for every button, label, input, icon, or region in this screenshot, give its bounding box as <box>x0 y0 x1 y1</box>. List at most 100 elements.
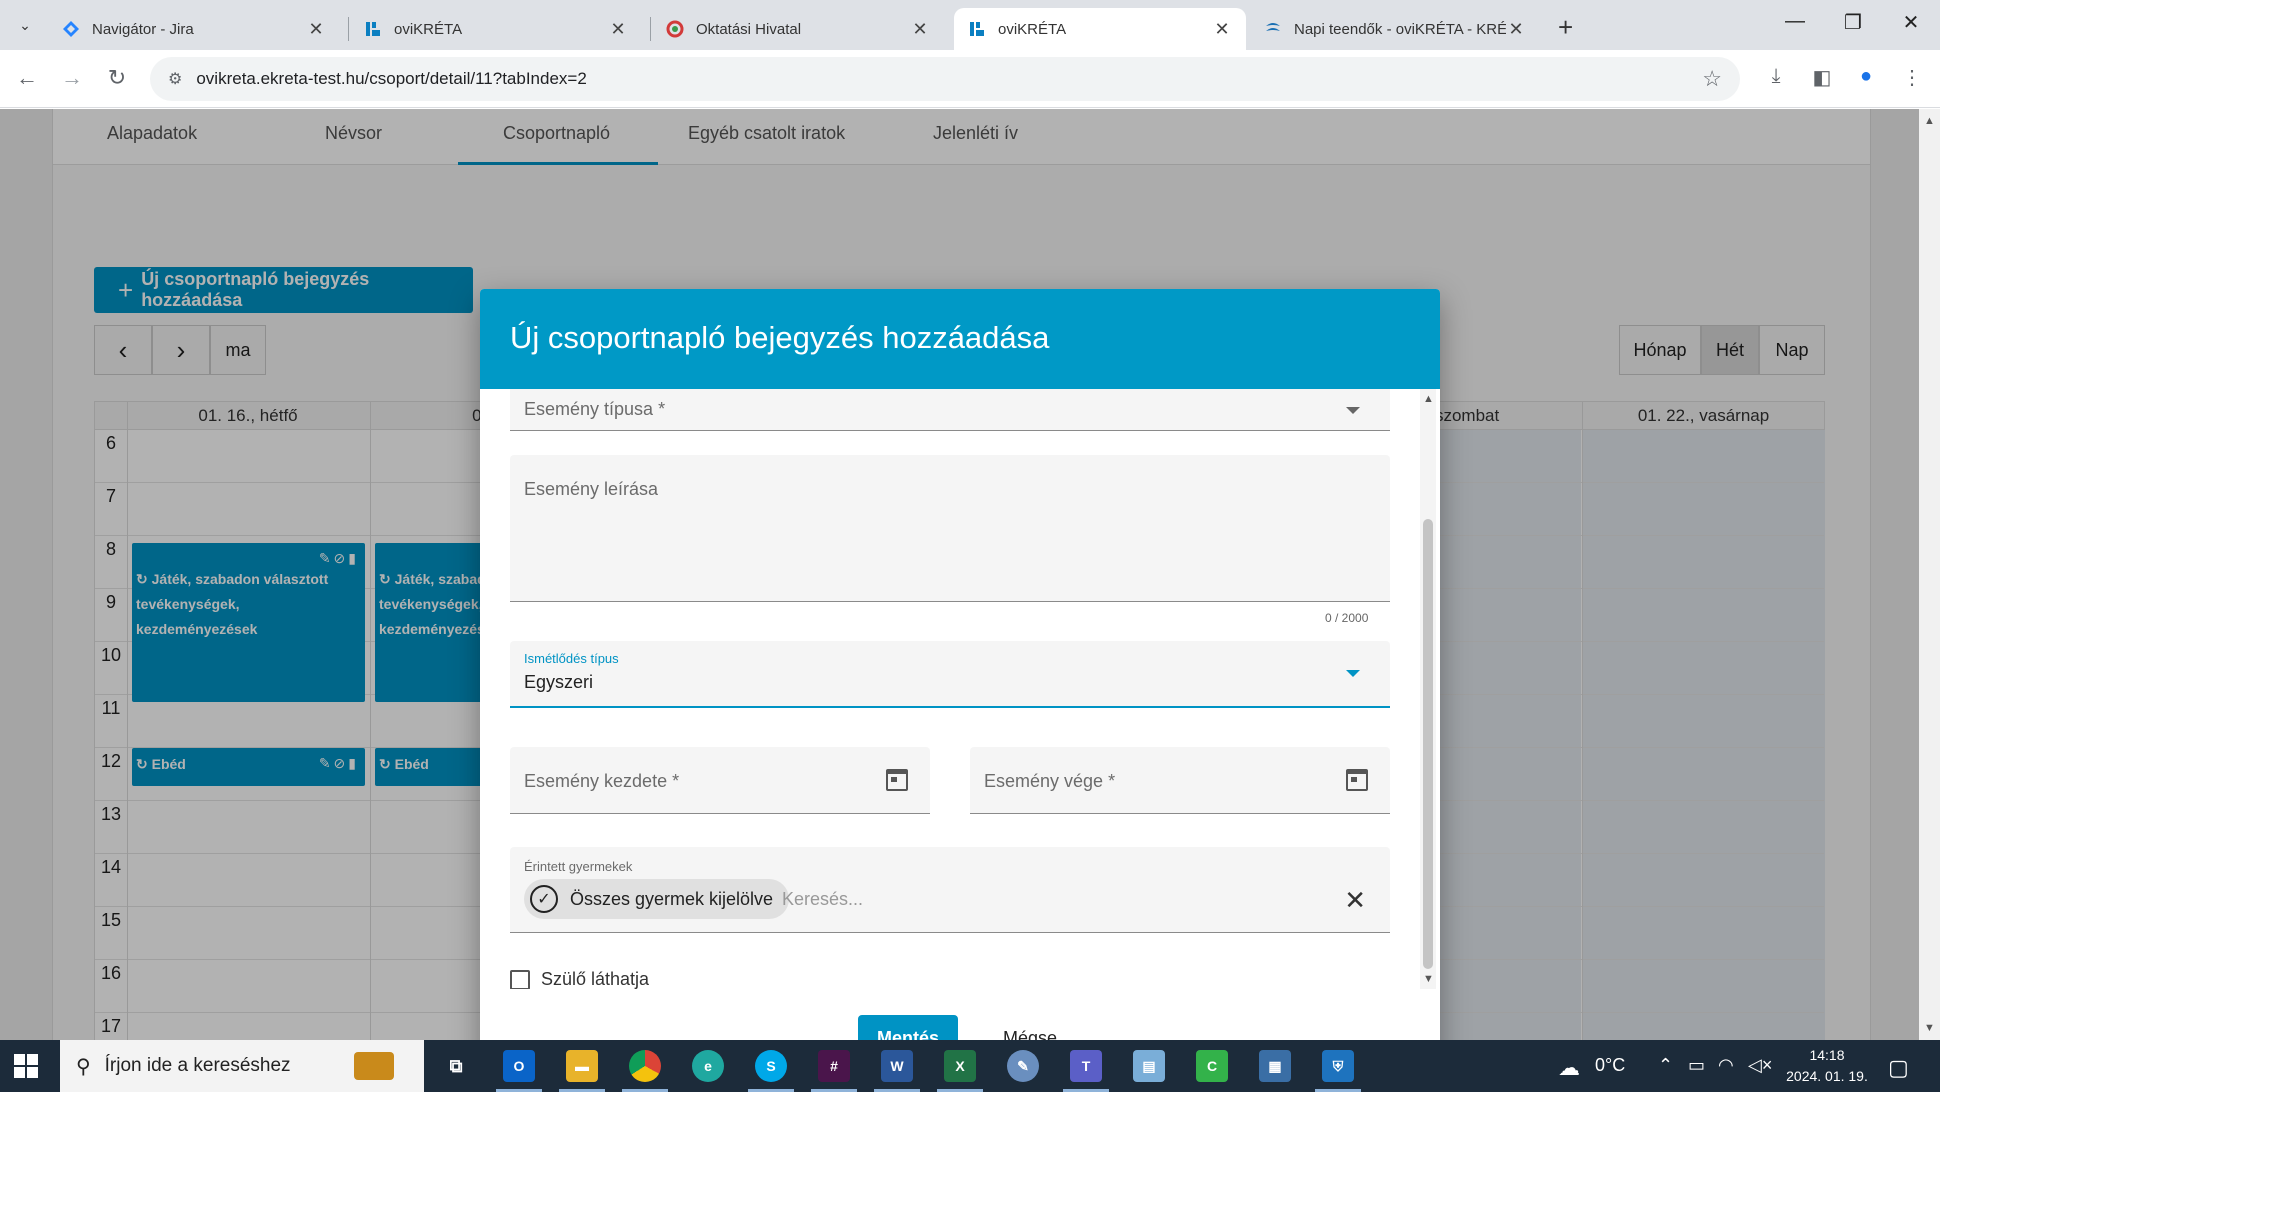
battery-icon[interactable]: ▭ <box>1688 1055 1705 1076</box>
clock-time: 14:18 <box>1809 1047 1845 1063</box>
word-icon[interactable]: W <box>881 1050 913 1082</box>
running-indicator <box>622 1089 668 1092</box>
repeat-type-value: Egyszeri <box>524 672 594 692</box>
paint-icon[interactable]: ✎ <box>1007 1050 1039 1082</box>
window-close-icon[interactable]: ✕ <box>1888 10 1934 35</box>
forward-arrow-icon[interactable]: → <box>57 65 87 91</box>
calculator-icon[interactable]: ▦ <box>1259 1050 1291 1082</box>
calendar-icon[interactable] <box>886 769 908 791</box>
running-indicator <box>1315 1089 1361 1092</box>
system-clock[interactable]: 14:18 2024. 01. 19. <box>1782 1045 1872 1087</box>
camtasia-icon[interactable]: C <box>1196 1050 1228 1082</box>
speaker-muted-icon[interactable]: ◁× <box>1748 1055 1772 1076</box>
close-icon[interactable]: ✕ <box>608 19 628 40</box>
notification-icon[interactable]: ▢ <box>1888 1055 1909 1081</box>
weather-cloud-icon[interactable]: ☁ <box>1558 1055 1580 1081</box>
address-bar[interactable]: ⚙ ovikreta.ekreta-test.hu/csoport/detail… <box>150 57 1740 101</box>
file-explorer-icon[interactable]: ▬ <box>566 1050 598 1082</box>
running-indicator <box>937 1089 983 1092</box>
clear-icon[interactable]: ✕ <box>1344 885 1366 916</box>
browser-tab-ovikreta-active[interactable]: oviKRÉTA ✕ <box>954 8 1246 50</box>
tab-title: oviKRÉTA <box>998 20 1067 38</box>
running-indicator <box>811 1089 857 1092</box>
clock-date: 2024. 01. 19. <box>1786 1068 1868 1084</box>
taskbar-search-box[interactable]: ⚲ Írjon ide a kereséshez <box>60 1040 424 1092</box>
tab-separator <box>650 17 651 41</box>
excel-icon[interactable]: X <box>944 1050 976 1082</box>
repeat-type-select[interactable]: Ismétlődés típus Egyszeri <box>510 641 1390 708</box>
back-arrow-icon[interactable]: ← <box>12 65 42 91</box>
browser-tab-ovikreta[interactable]: oviKRÉTA ✕ <box>350 8 642 50</box>
running-indicator <box>496 1089 542 1092</box>
repeat-type-label: Ismétlődés típus <box>524 651 619 666</box>
running-indicator <box>748 1089 794 1092</box>
oktatasi-hivatal-icon <box>666 20 684 38</box>
children-search-input[interactable]: Keresés... <box>782 889 863 910</box>
checkbox-box[interactable] <box>510 969 530 989</box>
scroll-up-arrow-icon[interactable]: ▲ <box>1423 393 1434 405</box>
kreta-icon <box>970 22 984 36</box>
parent-visible-checkbox[interactable]: Szülő láthatja <box>510 969 649 989</box>
scroll-up-arrow-icon[interactable]: ▲ <box>1924 115 1935 127</box>
running-indicator <box>874 1089 920 1092</box>
affected-children-label: Érintett gyermekek <box>524 859 633 874</box>
reload-icon[interactable]: ↻ <box>102 65 132 91</box>
security-shield-icon[interactable]: ⛨ <box>1322 1050 1354 1082</box>
download-icon[interactable]: ⤓ <box>1760 65 1792 88</box>
event-start-date-field[interactable]: Esemény kezdete * <box>510 747 930 814</box>
url-text[interactable]: ovikreta.ekreta-test.hu/csoport/detail/1… <box>196 69 586 89</box>
new-tab-plus-icon[interactable]: + <box>1558 12 1573 43</box>
page-scrollbar[interactable]: ▲ ▼ <box>1919 109 1940 1040</box>
add-entry-dialog: Új csoportnapló bejegyzés hozzáadása Ese… <box>480 289 1440 1040</box>
event-description-textarea[interactable]: Esemény leírása <box>510 455 1390 602</box>
chrome-icon[interactable] <box>629 1050 661 1082</box>
close-icon[interactable]: ✕ <box>306 19 326 40</box>
scroll-down-arrow-icon[interactable]: ▼ <box>1423 973 1434 985</box>
tab-title: Navigátor - Jira <box>92 20 194 38</box>
edge-icon[interactable]: e <box>692 1050 724 1082</box>
outlook-icon[interactable]: O <box>503 1050 535 1082</box>
all-children-chip-label: Összes gyermek kijelölve <box>570 888 774 909</box>
minimize-icon[interactable]: — <box>1772 10 1818 33</box>
close-icon[interactable]: ✕ <box>1212 19 1232 40</box>
teams-icon[interactable]: T <box>1070 1050 1102 1082</box>
close-icon[interactable]: ✕ <box>910 19 930 40</box>
chevron-up-icon[interactable]: ⌃ <box>1658 1055 1673 1076</box>
all-children-chip[interactable]: ✓ Összes gyermek kijelölve <box>524 879 790 919</box>
dialog-title: Új csoportnapló bejegyzés hozzáadása <box>510 320 1050 355</box>
event-end-placeholder: Esemény vége * <box>984 771 1116 791</box>
browser-tab-oktatasi-hivatal[interactable]: Oktatási Hivatal ✕ <box>652 8 944 50</box>
windows-start-icon[interactable] <box>14 1054 38 1078</box>
side-panel-icon[interactable]: ◧ <box>1806 65 1838 90</box>
affected-children-field[interactable]: Érintett gyermekek ✓ Összes gyermek kije… <box>510 847 1390 933</box>
browser-tab-strip: ⌄ Navigátor - Jira ✕ oviKRÉTA ✕ Oktatási… <box>0 0 1940 50</box>
briefcase-icon <box>354 1052 394 1080</box>
close-icon[interactable]: ✕ <box>1506 19 1526 40</box>
cancel-button[interactable]: Mégse <box>980 1015 1080 1041</box>
kreta-icon <box>366 22 380 36</box>
tab-title: Oktatási Hivatal <box>696 20 802 38</box>
event-type-select[interactable]: Esemény típusa * <box>510 389 1390 431</box>
wifi-icon[interactable]: ◠ <box>1718 1055 1734 1076</box>
bookmark-star-icon[interactable]: ☆ <box>1702 66 1722 92</box>
scroll-down-arrow-icon[interactable]: ▼ <box>1924 1022 1935 1034</box>
skype-icon[interactable]: S <box>755 1050 787 1082</box>
notepad-icon[interactable]: ▤ <box>1133 1050 1165 1082</box>
task-view-icon[interactable]: ⧉ <box>440 1050 472 1082</box>
event-end-date-field[interactable]: Esemény vége * <box>970 747 1390 814</box>
scrollbar-thumb[interactable] <box>1423 519 1433 969</box>
restore-icon[interactable]: ❐ <box>1830 10 1876 35</box>
tab-search-chevron-icon[interactable]: ⌄ <box>12 13 38 37</box>
profile-avatar-icon[interactable]: ● <box>1850 65 1882 88</box>
browser-tab-napi-teendok[interactable]: Napi teendők - oviKRÉTA - KRÉ ✕ <box>1250 8 1540 50</box>
site-settings-icon[interactable]: ⚙ <box>168 69 182 89</box>
dialog-scrollbar[interactable]: ▲ ▼ <box>1420 389 1436 989</box>
save-button[interactable]: Mentés <box>858 1015 958 1040</box>
menu-kebab-icon[interactable]: ⋮ <box>1896 65 1928 90</box>
calendar-icon[interactable] <box>1346 769 1368 791</box>
slack-icon[interactable]: # <box>818 1050 850 1082</box>
kreta-help-icon <box>1266 23 1280 31</box>
browser-tab-jira[interactable]: Navigátor - Jira ✕ <box>48 8 340 50</box>
weather-temperature[interactable]: 0°C <box>1595 1055 1625 1076</box>
windows-taskbar: ⚲ Írjon ide a kereséshez ⧉ O ▬ e S # W X… <box>0 1040 1940 1092</box>
